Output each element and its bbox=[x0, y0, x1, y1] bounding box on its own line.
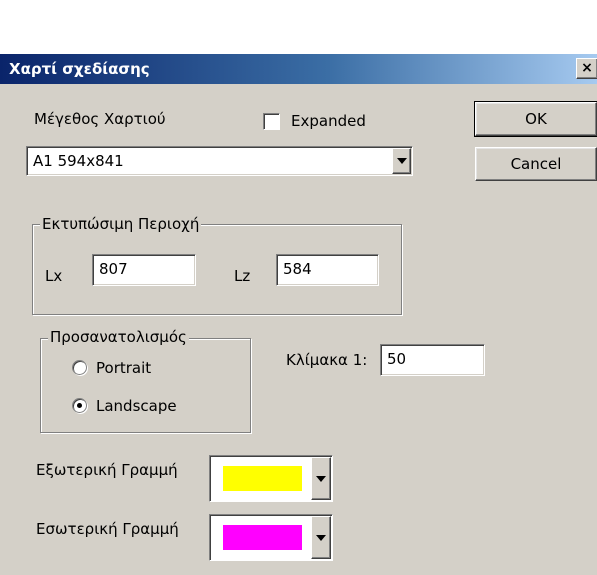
title-bar[interactable]: Χαρτί σχεδίασης × bbox=[0, 54, 597, 84]
lz-label: Lz bbox=[234, 267, 251, 285]
chevron-down-icon bbox=[316, 534, 326, 541]
ok-button[interactable]: OK bbox=[474, 101, 597, 137]
scale-input[interactable]: 50 bbox=[380, 344, 485, 376]
chevron-down-icon bbox=[316, 475, 326, 482]
paper-size-value: A1 594x841 bbox=[33, 152, 124, 170]
scale-value: 50 bbox=[387, 350, 407, 368]
lz-value: 584 bbox=[283, 260, 312, 278]
paper-dialog: Χαρτί σχεδίασης × Μέγεθος Χαρτιού Expand… bbox=[0, 54, 597, 575]
scale-label: Κλίμακα 1: bbox=[286, 351, 368, 369]
close-icon: × bbox=[581, 60, 593, 76]
landscape-radio[interactable] bbox=[72, 398, 87, 413]
inner-line-swatch bbox=[223, 525, 302, 550]
lz-input[interactable]: 584 bbox=[276, 254, 379, 286]
dialog-title: Χαρτί σχεδίασης bbox=[9, 60, 150, 78]
orientation-group bbox=[40, 338, 251, 433]
inner-line-label: Εσωτερική Γραμμή bbox=[36, 520, 179, 538]
paper-size-dropdown-button[interactable] bbox=[392, 148, 411, 174]
outer-line-dropdown-button[interactable] bbox=[311, 457, 331, 500]
expanded-label: Expanded bbox=[291, 112, 366, 130]
ok-button-label: OK bbox=[525, 110, 547, 128]
cancel-button-label: Cancel bbox=[510, 155, 562, 173]
lx-value: 807 bbox=[99, 260, 128, 278]
expanded-checkbox[interactable] bbox=[263, 113, 280, 130]
landscape-label: Landscape bbox=[96, 397, 177, 415]
lx-input[interactable]: 807 bbox=[92, 254, 196, 286]
printable-area-label: Εκτυπώσιμη Περιοχή bbox=[40, 215, 202, 233]
chevron-down-icon bbox=[396, 158, 407, 164]
inner-line-dropdown-button[interactable] bbox=[311, 516, 331, 559]
close-button[interactable]: × bbox=[576, 58, 597, 79]
outer-line-swatch bbox=[223, 466, 302, 491]
orientation-label: Προσανατολισμός bbox=[48, 328, 189, 346]
radio-selected-dot bbox=[77, 403, 82, 408]
paper-size-label: Μέγεθος Χαρτιού bbox=[34, 110, 166, 128]
portrait-radio[interactable] bbox=[72, 360, 87, 375]
portrait-label: Portrait bbox=[96, 359, 152, 377]
paper-size-select[interactable]: A1 594x841 bbox=[26, 146, 413, 176]
lx-label: Lx bbox=[45, 267, 63, 285]
outer-line-label: Εξωτερική Γραμμή bbox=[36, 461, 178, 479]
cancel-button[interactable]: Cancel bbox=[475, 147, 597, 181]
